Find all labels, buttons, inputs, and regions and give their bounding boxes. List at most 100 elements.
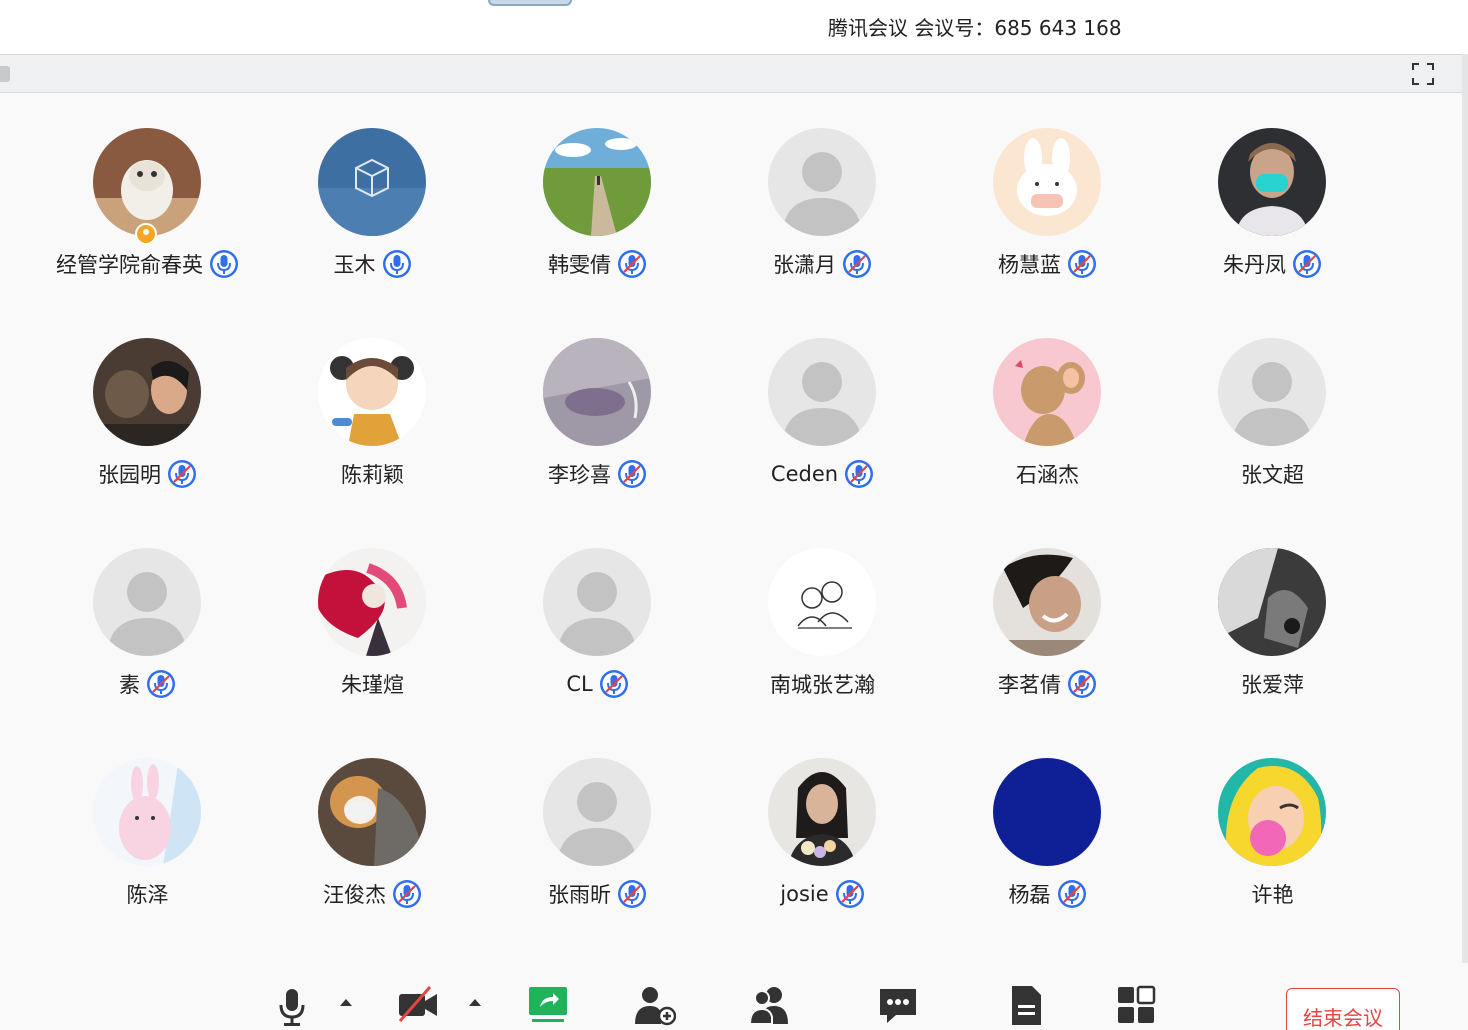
participant-name: 李茗倩: [998, 673, 1061, 697]
mic-muted-icon: [842, 249, 872, 279]
participant-avatar: [543, 128, 651, 236]
participant-name: 韩雯倩: [548, 253, 611, 277]
participant-tile[interactable]: 张潇月: [710, 93, 935, 293]
share-screen-button[interactable]: [524, 983, 572, 1029]
participant-name: 陈泽: [126, 883, 169, 907]
participant-avatar: [318, 758, 426, 866]
participant-name-row: 李珍喜: [485, 457, 710, 491]
participant-avatar: [768, 338, 876, 446]
participant-tile[interactable]: 陈莉颖: [260, 303, 485, 503]
participant-avatar: [93, 758, 201, 866]
participant-tile[interactable]: 朱瑾煊: [260, 513, 485, 713]
participant-name: 经管学院俞春英: [56, 253, 203, 277]
participant-grid: 经管学院俞春英 玉木 韩雯倩 张潇月 杨慧蓝 朱丹凤张园明 陈莉颖 李珍喜 Ceden 石涵杰 张文…: [0, 93, 1462, 963]
participant-avatar: [1218, 128, 1326, 236]
participant-name-row: josie: [710, 877, 935, 911]
participant-name: 张潇月: [773, 253, 836, 277]
apps-button[interactable]: [1112, 983, 1160, 1029]
participant-tile[interactable]: Ceden: [710, 303, 935, 503]
participant-name-row: 杨磊: [935, 877, 1160, 911]
chat-button[interactable]: [874, 983, 922, 1029]
participant-avatar: [1218, 338, 1326, 446]
participant-name-row: 朱瑾煊: [260, 667, 485, 701]
participant-tile[interactable]: CL: [485, 513, 710, 713]
documents-button[interactable]: [1002, 983, 1050, 1029]
participant-tile[interactable]: 玉木: [260, 93, 485, 293]
participant-name-row: 张园明: [35, 457, 260, 491]
participant-name-row: 张潇月: [710, 247, 935, 281]
participant-tile[interactable]: 杨慧蓝: [935, 93, 1160, 293]
participant-name-row: 素: [35, 667, 260, 701]
host-badge-icon: [135, 223, 157, 245]
window-handle[interactable]: [488, 0, 572, 6]
participant-name-row: Ceden: [710, 457, 935, 491]
camera-button[interactable]: [394, 983, 442, 1029]
microphone-icon: [279, 989, 305, 1026]
participant-name: 南城张艺瀚: [770, 673, 875, 697]
mic-muted-icon: [1067, 669, 1097, 699]
participant-name: 张雨昕: [548, 883, 611, 907]
participant-name: josie: [780, 882, 829, 906]
participant-tile[interactable]: 李珍喜: [485, 303, 710, 503]
participant-tile[interactable]: 韩雯倩: [485, 93, 710, 293]
fullscreen-button[interactable]: [1408, 59, 1438, 89]
participant-tile[interactable]: 张园明: [35, 303, 260, 503]
mic-muted-icon: [146, 669, 176, 699]
participant-tile[interactable]: 张爱萍: [1160, 513, 1385, 713]
document-icon: [1012, 986, 1041, 1025]
mic-active-icon: [382, 249, 412, 279]
apps-grid-icon: [1118, 985, 1156, 1023]
participant-tile[interactable]: josie: [710, 723, 935, 923]
participant-name-row: 石涵杰: [935, 457, 1160, 491]
participant-name: 朱瑾煊: [341, 673, 404, 697]
sidebar-toggle-icon[interactable]: [0, 66, 10, 82]
participant-tile[interactable]: 张雨昕: [485, 723, 710, 923]
view-toolbar: [0, 54, 1462, 93]
mic-muted-icon: [1067, 249, 1097, 279]
participant-avatar: [318, 548, 426, 656]
participant-tile[interactable]: 李茗倩: [935, 513, 1160, 713]
mic-muted-icon: [167, 459, 197, 489]
camera-off-icon: [398, 986, 437, 1022]
participant-tile[interactable]: 朱丹凤: [1160, 93, 1385, 293]
participant-tile[interactable]: 石涵杰: [935, 303, 1160, 503]
participant-name-row: 张雨昕: [485, 877, 710, 911]
participant-name: 陈莉颖: [341, 463, 404, 487]
participant-name-row: 韩雯倩: [485, 247, 710, 281]
participant-tile[interactable]: 张文超: [1160, 303, 1385, 503]
mic-muted-icon: [599, 669, 629, 699]
participant-avatar: [768, 758, 876, 866]
participant-name: 许艳: [1251, 883, 1294, 907]
microphone-button[interactable]: [268, 983, 316, 1029]
add-user-icon: [635, 987, 676, 1026]
participant-name-row: 张爱萍: [1160, 667, 1385, 701]
bottom-toolbar: 结束会议: [0, 963, 1468, 1030]
participant-tile[interactable]: 南城张艺瀚: [710, 513, 935, 713]
participant-tile[interactable]: 许艳: [1160, 723, 1385, 923]
participant-avatar: [768, 128, 876, 236]
participant-tile[interactable]: 经管学院俞春英: [35, 93, 260, 293]
invite-button[interactable]: [630, 983, 678, 1029]
participant-avatar: [1218, 548, 1326, 656]
participant-name: CL: [566, 672, 593, 696]
camera-options-caret-icon[interactable]: [468, 997, 482, 1007]
participant-tile[interactable]: 素: [35, 513, 260, 713]
participant-name-row: 许艳: [1160, 877, 1385, 911]
participant-name-row: 李茗倩: [935, 667, 1160, 701]
participants-button[interactable]: [746, 983, 794, 1029]
participant-name: Ceden: [770, 462, 839, 486]
participant-avatar: [993, 128, 1101, 236]
participant-name: 张爱萍: [1241, 673, 1304, 697]
participant-tile[interactable]: 汪俊杰: [260, 723, 485, 923]
mic-muted-icon: [392, 879, 422, 909]
participant-tile[interactable]: 陈泽: [35, 723, 260, 923]
participant-name-row: 陈莉颖: [260, 457, 485, 491]
mic-muted-icon: [835, 879, 865, 909]
participant-name: 玉木: [333, 253, 376, 277]
participant-name-row: 经管学院俞春英: [35, 247, 260, 281]
mic-options-caret-icon[interactable]: [339, 997, 353, 1007]
end-meeting-button[interactable]: 结束会议: [1286, 988, 1400, 1030]
participant-avatar: [993, 758, 1101, 866]
participant-name: 杨磊: [1008, 883, 1051, 907]
participant-tile[interactable]: 杨磊: [935, 723, 1160, 923]
